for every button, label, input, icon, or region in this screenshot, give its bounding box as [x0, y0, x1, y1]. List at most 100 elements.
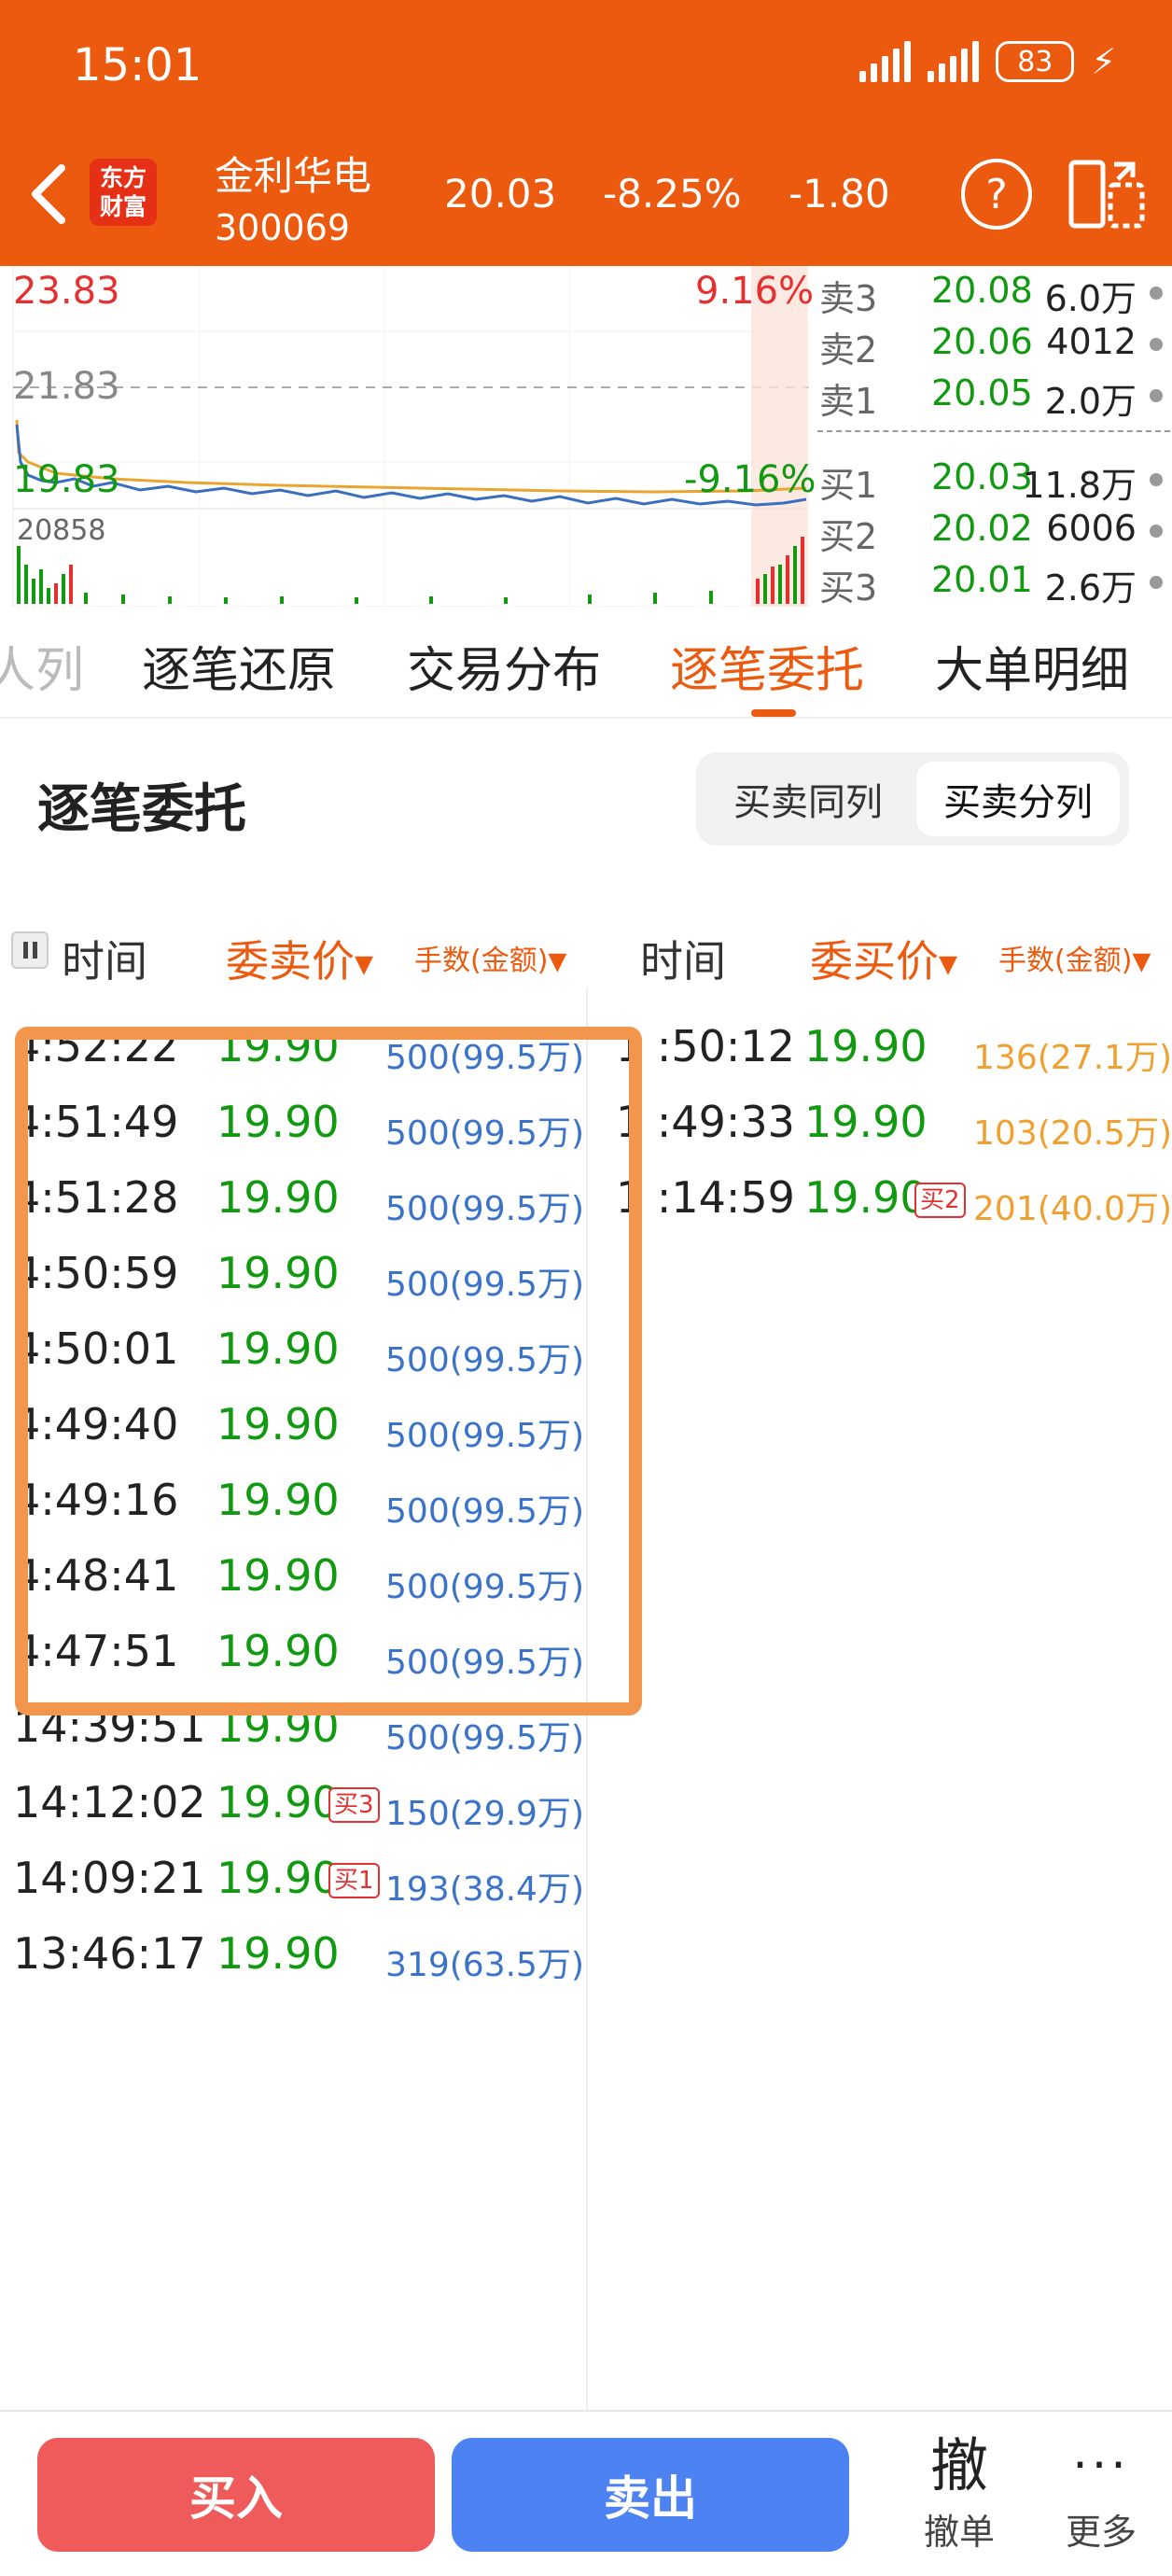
order-badge: 买1 — [328, 1863, 380, 1898]
order-price: 19.90 — [216, 1475, 340, 1525]
caret-down-icon: ▼ — [355, 950, 373, 979]
order-volume: 500(99.5万) — [385, 1492, 584, 1531]
bid-row-3: 买3 20.01 2.6万 — [819, 559, 1172, 609]
order-book[interactable]: 卖3 20.08 6.0万 卖2 20.06 4012 卖1 20.05 2.0… — [810, 266, 1172, 609]
order-time: 4:50:59 — [13, 1248, 179, 1298]
bid-price: 20.02 — [931, 508, 1033, 549]
switch-screen-button[interactable] — [1067, 159, 1146, 230]
chart-volume-label: 20858 — [17, 514, 106, 547]
bid-volume: 2.6万 — [1044, 567, 1137, 609]
order-volume: 201(40.0万) — [973, 1190, 1172, 1228]
caret-down-icon: ▼ — [939, 950, 957, 979]
order-volume: 319(63.5万) — [385, 1946, 584, 1984]
pause-icon[interactable] — [11, 931, 49, 969]
ask-row-3: 卖3 20.08 6.0万 — [819, 270, 1172, 319]
toggle-same-column[interactable]: 买卖同列 — [705, 762, 911, 836]
order-time: 4:49:16 — [13, 1475, 179, 1525]
buy-volume-header-label: 手数(金额) — [998, 945, 1133, 977]
order-time: 1 :14:59 — [616, 1172, 795, 1223]
sell-order-row: 4:47:51 19.90 500(99.5万) — [0, 1618, 584, 1694]
sell-order-row: 4:48:41 19.90 500(99.5万) — [0, 1543, 584, 1618]
order-volume: 150(29.9万) — [385, 1795, 584, 1833]
order-price: 19.90 — [216, 1928, 340, 1979]
cancel-order-button[interactable]: 撤 撤单 — [903, 2429, 1015, 2569]
ask-price: 20.06 — [931, 321, 1033, 362]
tab-large-orders[interactable]: 大单明细 — [935, 631, 1129, 701]
screen-switch-icon — [1068, 160, 1145, 229]
order-badge: 买2 — [914, 1183, 966, 1218]
order-time: 4:48:41 — [13, 1550, 179, 1601]
tab-order-by-order[interactable]: 逐笔委托 — [670, 631, 864, 701]
battery-level: 83 — [1017, 45, 1053, 78]
status-time: 15:01 — [73, 39, 202, 91]
tab-trade-restore[interactable]: 逐笔还原 — [142, 631, 336, 701]
ask-volume: 6.0万 — [1044, 278, 1137, 319]
app-logo: 东方 财富 — [90, 159, 157, 226]
order-price: 19.90 — [216, 1853, 340, 1903]
sell-order-row: 14:39:51 19.90 500(99.5万) — [0, 1694, 584, 1770]
intraday-chart[interactable] — [0, 266, 810, 607]
intraday-chart-area[interactable]: 23.83 21.83 19.83 20858 9.16% -9.16% 卖3 … — [0, 266, 1172, 609]
sell-order-row: 4:49:40 19.90 500(99.5万) — [0, 1392, 584, 1467]
help-button[interactable]: ? — [961, 159, 1032, 230]
toggle-split-column[interactable]: 买卖分列 — [916, 762, 1120, 836]
ask-label: 卖2 — [819, 329, 878, 371]
sell-order-list: 4:52:22 19.90 500(99.5万) 4:51:49 19.90 500(9… — [0, 1014, 584, 1996]
order-volume: 193(38.4万) — [385, 1870, 584, 1909]
sell-order-row: 4:52:22 19.90 500(99.5万) — [0, 1014, 584, 1089]
chart-up-pct: 9.16% — [695, 270, 815, 313]
order-price: 19.90 — [216, 1399, 340, 1449]
bottom-action-bar: 买入 卖出 撤 撤单 ··· 更多 — [0, 2410, 1172, 2576]
cancel-icon: 撤 — [929, 2431, 988, 2499]
order-time: 4:51:28 — [13, 1172, 179, 1223]
order-volume: 500(99.5万) — [385, 1266, 584, 1304]
sell-order-row: 4:49:16 19.90 500(99.5万) — [0, 1467, 584, 1543]
sell-order-row: 14:12:02 19.90 买3 150(29.9万) — [0, 1770, 584, 1845]
order-time: 14:12:02 — [13, 1777, 206, 1827]
sell-volume-header[interactable]: 手数(金额)▼ — [414, 937, 566, 978]
tab-partial[interactable]: 人列 — [0, 631, 84, 701]
chart-mid-label: 21.83 — [13, 365, 120, 408]
order-price: 19.90 — [804, 1021, 928, 1071]
sell-button[interactable]: 卖出 — [452, 2438, 849, 2552]
more-button[interactable]: ··· 更多 — [1045, 2429, 1157, 2569]
bid-label: 买3 — [819, 567, 878, 609]
sell-order-row: 4:50:59 19.90 500(99.5万) — [0, 1240, 584, 1316]
order-price: 19.90 — [216, 1777, 340, 1827]
logo-line-2: 财富 — [99, 193, 146, 220]
stock-code: 300069 — [215, 207, 351, 248]
back-button[interactable] — [21, 157, 77, 231]
bid-row-2: 买2 20.02 6006 — [819, 508, 1172, 557]
sell-order-row: 4:50:01 19.90 500(99.5万) — [0, 1316, 584, 1392]
sell-time-header: 时间 — [62, 936, 147, 987]
sell-price-header[interactable]: 委卖价▼ — [226, 928, 373, 989]
sell-order-row: 4:51:49 19.90 500(99.5万) — [0, 1089, 584, 1165]
order-volume: 500(99.5万) — [385, 1190, 584, 1228]
order-volume: 500(99.5万) — [385, 1644, 584, 1682]
order-price: 19.90 — [216, 1626, 340, 1676]
chart-down-pct: -9.16% — [684, 458, 816, 501]
dot-icon — [1150, 338, 1163, 351]
buy-button[interactable]: 买入 — [37, 2438, 435, 2552]
ask-row-2: 卖2 20.06 4012 — [819, 321, 1172, 371]
dot-icon — [1150, 576, 1163, 589]
status-icons: 83 ⚡ — [859, 41, 1116, 82]
tab-bar: 人列 逐笔还原 交易分布 逐笔委托 大单明细 — [0, 607, 1172, 719]
tab-trade-distribution[interactable]: 交易分布 — [407, 631, 601, 701]
order-price: 19.90 — [216, 1550, 340, 1601]
buy-price-header-label: 委买价 — [810, 936, 939, 987]
order-time: 14:39:51 — [13, 1701, 206, 1752]
bid-price: 20.01 — [931, 559, 1033, 600]
order-volume: 500(99.5万) — [385, 1417, 584, 1455]
bid-price: 20.03 — [931, 456, 1033, 497]
buy-volume-header[interactable]: 手数(金额)▼ — [998, 937, 1151, 978]
stock-name: 金利华电 — [215, 153, 372, 199]
order-volume: 500(99.5万) — [385, 1341, 584, 1379]
ask-row-1: 卖1 20.05 2.0万 — [819, 372, 1172, 422]
order-time: 4:51:49 — [13, 1097, 179, 1147]
order-book-divider — [817, 430, 1170, 432]
sell-order-row: 13:46:17 19.90 319(63.5万) — [0, 1921, 584, 1996]
order-price: 19.90 — [216, 1172, 340, 1223]
buy-price-header[interactable]: 委买价▼ — [810, 928, 957, 989]
app-header: 15:01 83 ⚡ 东方 财富 金利华电 300069 20.03 -8.25… — [0, 0, 1172, 266]
